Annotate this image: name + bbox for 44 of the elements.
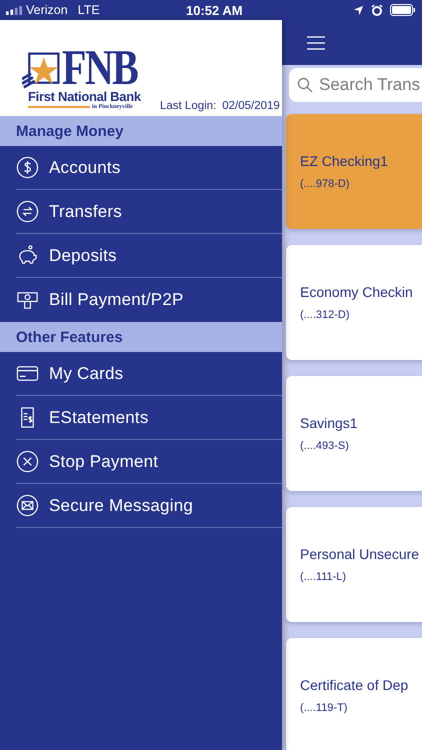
account-number: (....111-L) <box>300 571 348 583</box>
dollar-icon <box>16 156 39 179</box>
close-icon <box>16 450 39 473</box>
account-number: (....978-D) <box>300 178 351 190</box>
account-card[interactable]: Economy Checkin (....312-D) <box>286 245 422 360</box>
signal-icon <box>6 6 22 14</box>
battery-icon <box>390 4 416 16</box>
logo-initials: FNB <box>62 45 138 89</box>
account-card[interactable]: Certificate of Dep (....119-T) <box>286 638 422 750</box>
menu-item[interactable]: Accounts <box>49 158 121 178</box>
star-icon <box>22 51 62 89</box>
account-name: Certificate of Dep <box>300 677 410 693</box>
menu-icon[interactable] <box>307 36 325 50</box>
account-name: Personal Unsecure <box>300 546 420 562</box>
account-name: EZ Checking1 <box>300 153 389 169</box>
carrier-name: Verizon <box>26 3 68 17</box>
network-type: LTE <box>78 3 100 17</box>
account-number: (....119-T) <box>300 702 348 714</box>
menu-item[interactable]: EStatements <box>49 408 149 428</box>
menu-item[interactable]: My Cards <box>49 364 124 384</box>
account-name: Savings1 <box>300 415 359 431</box>
account-number: (....493-S) <box>300 440 350 452</box>
last-login-label: Last Login: <box>160 100 216 112</box>
account-card[interactable]: Personal Unsecure (....111-L) <box>286 507 422 622</box>
account-name: Economy Checkin <box>300 284 414 300</box>
search-field[interactable]: Search Trans <box>289 68 422 102</box>
menu-item[interactable]: Stop Payment <box>49 452 158 472</box>
menu-item[interactable]: Bill Payment/P2P <box>49 290 184 310</box>
section-header: Manage Money <box>0 116 282 146</box>
menu-item[interactable]: Transfers <box>49 202 122 222</box>
search-icon <box>297 77 313 93</box>
menu-item[interactable]: Secure Messaging <box>49 496 193 516</box>
transfer-icon <box>16 200 39 223</box>
alarm-icon <box>371 4 383 16</box>
bank-name: First National Bank <box>28 89 141 104</box>
clock-time: 10:52 AM <box>186 2 243 18</box>
menu-item[interactable]: Deposits <box>49 246 117 266</box>
location-icon <box>353 4 364 16</box>
account-card[interactable]: EZ Checking1 (....978-D) <box>286 114 422 229</box>
section-header: Other Features <box>0 322 282 352</box>
last-login-date: 02/05/2019 <box>222 100 280 112</box>
account-number: (....312-D) <box>300 309 351 321</box>
account-card[interactable]: Savings1 (....493-S) <box>286 376 422 491</box>
envelope-icon <box>16 494 39 517</box>
